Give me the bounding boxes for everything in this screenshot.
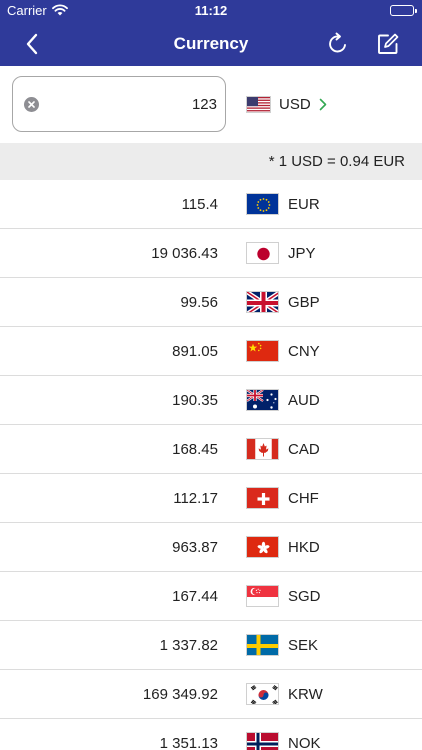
currency-row-chf[interactable]: 112.17 CHF xyxy=(0,474,422,523)
currency-amount: 99.56 xyxy=(180,294,218,311)
us-flag-icon xyxy=(246,95,271,113)
currency-row-sgd[interactable]: 167.44 SGD xyxy=(0,572,422,621)
currency-row-krw[interactable]: 169 349.92 KRW xyxy=(0,670,422,719)
currency-amount: 169 349.92 xyxy=(142,686,218,703)
currency-code: AUD xyxy=(288,392,320,409)
edit-icon xyxy=(378,33,399,54)
currency-amount: 167.44 xyxy=(172,588,218,605)
currency-code: CAD xyxy=(288,441,320,458)
currency-code: HKD xyxy=(288,539,320,556)
base-currency-selector[interactable]: USD xyxy=(246,93,327,115)
currency-code: EUR xyxy=(288,196,320,213)
currency-amount: 112.17 xyxy=(173,490,218,507)
refresh-button[interactable] xyxy=(324,30,352,58)
status-bar: Carrier 11:12 xyxy=(0,0,422,22)
currency-row-cad[interactable]: 168.45 CAD xyxy=(0,425,422,474)
ca-flag-icon xyxy=(246,438,279,460)
currency-row-gbp[interactable]: 99.56 GBP xyxy=(0,278,422,327)
status-time: 11:12 xyxy=(194,3,228,18)
eu-flag-icon xyxy=(246,193,279,215)
refresh-icon xyxy=(329,32,346,53)
gb-flag-icon xyxy=(246,291,279,313)
currency-row-hkd[interactable]: 963.87 HKD xyxy=(0,523,422,572)
cn-flag-icon xyxy=(246,340,279,362)
currency-row-nok[interactable]: 1 351.13 NOK xyxy=(0,719,422,750)
currency-amount: 168.45 xyxy=(172,441,218,458)
currency-amount: 891.05 xyxy=(172,343,218,360)
currency-code: SGD xyxy=(288,588,321,605)
currency-row-sek[interactable]: 1 337.82 SEK xyxy=(0,621,422,670)
se-flag-icon xyxy=(246,634,279,656)
nav-bar: Currency xyxy=(0,22,422,66)
chevron-right-icon xyxy=(319,98,326,110)
close-icon xyxy=(28,101,35,108)
currency-code: GBP xyxy=(288,294,320,311)
currency-row-cny[interactable]: 891.05 CNY xyxy=(0,327,422,376)
currency-code: CNY xyxy=(288,343,320,360)
currency-row-jpy[interactable]: 19 036.43 JPY xyxy=(0,229,422,278)
no-flag-icon xyxy=(246,732,279,750)
clear-input-button[interactable] xyxy=(24,97,39,112)
au-flag-icon xyxy=(246,389,279,411)
currency-amount: 190.35 xyxy=(172,392,218,409)
currency-amount: 19 036.43 xyxy=(151,245,218,262)
battery-icon xyxy=(390,5,417,16)
amount-value: 123 xyxy=(191,96,217,113)
kr-flag-icon xyxy=(246,683,279,705)
exchange-rate-bar: * 1 USD = 0.94 EUR xyxy=(0,143,422,180)
currency-amount: 1 351.13 xyxy=(159,735,218,750)
exchange-rate-text: * 1 USD = 0.94 EUR xyxy=(268,153,405,170)
currency-code: KRW xyxy=(288,686,323,703)
currency-amount: 963.87 xyxy=(172,539,218,556)
currency-row-aud[interactable]: 190.35 AUD xyxy=(0,376,422,425)
currency-row-eur[interactable]: 115.4 EUR xyxy=(0,180,422,229)
amount-input[interactable]: 123 xyxy=(12,76,226,132)
currency-code: NOK xyxy=(288,735,321,750)
currency-code: CHF xyxy=(288,490,319,507)
jp-flag-icon xyxy=(246,242,279,264)
currency-amount: 115.4 xyxy=(181,196,218,213)
base-currency-code: USD xyxy=(279,95,311,113)
edit-button[interactable] xyxy=(374,30,402,58)
ch-flag-icon xyxy=(246,487,279,509)
currency-amount: 1 337.82 xyxy=(159,637,218,654)
sg-flag-icon xyxy=(246,585,279,607)
page-title: Currency xyxy=(173,34,249,53)
currency-code: JPY xyxy=(288,245,316,262)
hk-flag-icon xyxy=(246,536,279,558)
currency-list: 115.4 EUR 19 036.43 JPY 99.56 GBP 891.05… xyxy=(0,180,422,750)
currency-code: SEK xyxy=(288,637,319,654)
